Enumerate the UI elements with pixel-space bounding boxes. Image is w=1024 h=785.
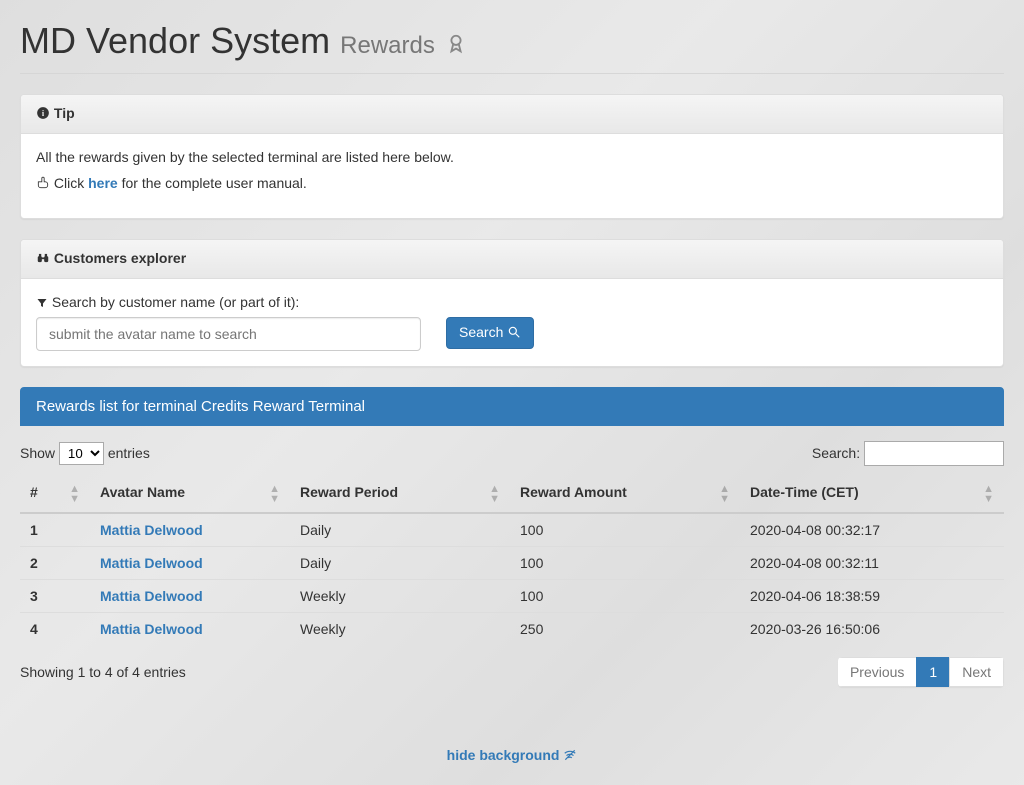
table-row: 3 Mattia Delwood Weekly 100 2020-04-06 1… [20,580,1004,613]
table-controls: Show 10 entries Search: [20,441,1004,466]
avatar-link[interactable]: Mattia Delwood [100,555,203,571]
avatar-link[interactable]: Mattia Delwood [100,621,203,637]
col-amount[interactable]: Reward Amount▲▼ [510,476,740,513]
cell-period: Daily [290,513,510,547]
cell-amount: 250 [510,613,740,646]
cell-datetime: 2020-04-08 00:32:17 [740,513,1004,547]
cell-period: Weekly [290,613,510,646]
cell-datetime: 2020-04-06 18:38:59 [740,580,1004,613]
award-icon [445,22,467,64]
avatar-link[interactable]: Mattia Delwood [100,588,203,604]
page-size-select[interactable]: 10 [59,442,104,465]
table-search: Search: [812,441,1004,466]
search-label: Search by customer name (or part of it): [36,294,988,312]
table-row: 2 Mattia Delwood Daily 100 2020-04-08 00… [20,547,1004,580]
page-next[interactable]: Next [949,657,1004,687]
table-footer: Showing 1 to 4 of 4 entries Previous 1 N… [20,657,1004,687]
wifi-off-icon [563,748,577,765]
tip-title: Tip [54,105,75,121]
filter-icon [36,296,48,312]
app-name: MD Vendor System [20,20,330,61]
col-index[interactable]: #▲▼ [20,476,90,513]
col-datetime[interactable]: Date-Time (CET)▲▼ [740,476,1004,513]
sort-icon: ▲▼ [269,484,280,504]
hand-point-icon [36,176,50,193]
manual-link[interactable]: here [88,175,118,191]
sort-icon: ▲▼ [489,484,500,504]
explorer-title: Customers explorer [54,250,186,266]
page-title: MD Vendor System Rewards [20,20,1004,64]
show-suffix: entries [108,445,150,461]
sort-icon: ▲▼ [719,484,730,504]
col-avatar[interactable]: Avatar Name▲▼ [90,476,290,513]
cell-index: 4 [20,613,90,646]
table-search-label: Search: [812,445,860,461]
length-control: Show 10 entries [20,442,150,465]
pagination: Previous 1 Next [838,657,1004,687]
tip-panel-heading: i Tip [21,95,1003,134]
explorer-heading: Customers explorer [21,240,1003,279]
tip-text-1: All the rewards given by the selected te… [36,149,988,165]
cell-amount: 100 [510,580,740,613]
table-row: 1 Mattia Delwood Daily 100 2020-04-08 00… [20,513,1004,547]
search-label-text: Search by customer name (or part of it): [52,294,299,310]
section-name: Rewards [340,32,435,59]
cell-amount: 100 [510,513,740,547]
cell-datetime: 2020-03-26 16:50:06 [740,613,1004,646]
page-number[interactable]: 1 [916,657,950,687]
hide-background-link[interactable]: hide background [447,747,578,763]
search-row: Search [36,317,988,351]
binoculars-icon [36,251,50,268]
page-header: MD Vendor System Rewards [20,20,1004,74]
sort-icon: ▲▼ [983,484,994,504]
rewards-list-header: Rewards list for terminal Credits Reward… [20,387,1004,426]
tip-body: All the rewards given by the selected te… [21,134,1003,218]
explorer-panel: Customers explorer Search by customer na… [20,239,1004,367]
cell-amount: 100 [510,547,740,580]
hide-bg-label: hide background [447,747,560,763]
cell-period: Weekly [290,580,510,613]
cell-index: 3 [20,580,90,613]
search-icon [507,325,521,342]
col-period[interactable]: Reward Period▲▼ [290,476,510,513]
search-button-label: Search [459,324,503,340]
show-prefix: Show [20,445,55,461]
cell-index: 2 [20,547,90,580]
explorer-body: Search by customer name (or part of it):… [21,279,1003,366]
search-button[interactable]: Search [446,317,534,349]
table-row: 4 Mattia Delwood Weekly 250 2020-03-26 1… [20,613,1004,646]
tip-panel: i Tip All the rewards given by the selec… [20,94,1004,219]
table-info: Showing 1 to 4 of 4 entries [20,664,186,680]
footer: hide background [20,747,1004,765]
cell-period: Daily [290,547,510,580]
sort-icon: ▲▼ [69,484,80,504]
info-icon: i [36,106,50,123]
tip-text-2: Click here for the complete user manual. [36,175,988,193]
tip-click-suffix: for the complete user manual. [118,175,307,191]
customer-search-input[interactable] [36,317,421,351]
cell-index: 1 [20,513,90,547]
table-search-input[interactable] [864,441,1004,466]
page-prev[interactable]: Previous [838,657,917,687]
cell-datetime: 2020-04-08 00:32:11 [740,547,1004,580]
avatar-link[interactable]: Mattia Delwood [100,522,203,538]
tip-click-prefix: Click [54,175,88,191]
rewards-table: #▲▼ Avatar Name▲▼ Reward Period▲▼ Reward… [20,476,1004,645]
